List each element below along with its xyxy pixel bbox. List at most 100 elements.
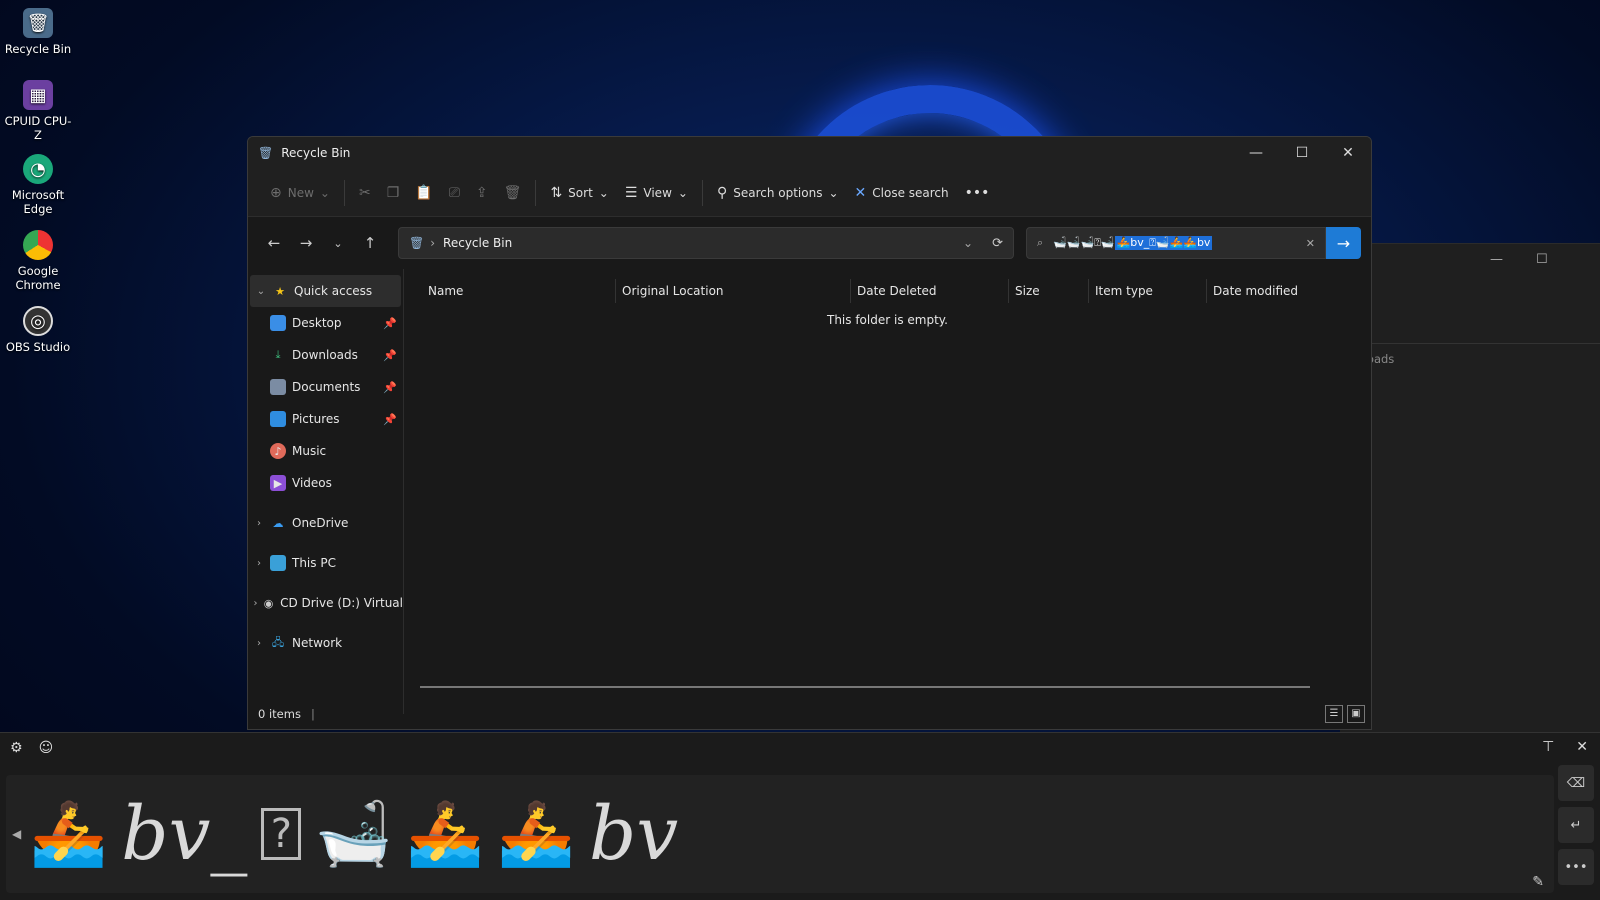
column-date-deleted[interactable]: Date Deleted xyxy=(851,279,1009,303)
column-size[interactable]: Size xyxy=(1009,279,1089,303)
rowboat-emoji: 🚣 xyxy=(30,797,108,870)
forward-button[interactable]: → xyxy=(290,234,322,252)
close-button[interactable]: ✕ xyxy=(1325,137,1371,169)
pen-icon[interactable]: ✎ xyxy=(1532,874,1544,890)
column-name[interactable]: Name xyxy=(404,279,616,303)
search-options-button[interactable]: ⚲ Search options ⌄ xyxy=(709,177,847,209)
nav-item-music[interactable]: ♪ Music xyxy=(248,435,403,467)
sort-label: Sort xyxy=(568,185,593,200)
clear-search-button[interactable]: ✕ xyxy=(1306,237,1315,250)
refresh-button[interactable]: ⟳ xyxy=(992,236,1003,251)
chevron-down-icon[interactable]: ⌄ xyxy=(250,286,272,297)
nav-item-documents[interactable]: Documents 📌 xyxy=(248,371,403,403)
nav-onedrive[interactable]: › ☁ OneDrive xyxy=(248,507,403,539)
chrome-icon xyxy=(23,230,53,260)
close-search-button[interactable]: ✕ Close search xyxy=(847,177,957,209)
recent-locations-button[interactable]: ⌄ xyxy=(322,237,354,250)
chevron-right-icon[interactable]: › xyxy=(248,638,270,649)
plus-circle-icon: ⊕ xyxy=(270,184,282,201)
pin-icon[interactable]: 📌 xyxy=(383,317,397,330)
emoji-panel-icon[interactable]: ☺ xyxy=(39,740,54,756)
desktop-icon-obs[interactable]: ◎ OBS Studio xyxy=(2,306,74,354)
nav-quick-access[interactable]: ⌄ ★ Quick access xyxy=(250,275,401,307)
divider xyxy=(343,179,345,206)
up-button[interactable]: ↑ xyxy=(354,234,386,252)
status-divider: | xyxy=(310,707,315,721)
column-original-location[interactable]: Original Location xyxy=(616,279,851,303)
cpuz-icon: ▦ xyxy=(23,80,53,110)
search-text-plain: 🛁🛁🛁⍰🛁 xyxy=(1053,236,1115,249)
trash-icon: 🗑 xyxy=(503,184,522,201)
chevron-right-icon[interactable]: › xyxy=(248,598,263,609)
address-bar[interactable]: 🗑 › Recycle Bin ⌄ ⟳ xyxy=(398,227,1014,259)
share-icon: ⇪ xyxy=(475,184,488,201)
dock-icon[interactable]: ⊤ xyxy=(1542,739,1554,755)
delete-button[interactable]: 🗑 xyxy=(496,177,530,209)
chevron-left-icon[interactable]: ◀ xyxy=(12,827,21,841)
share-button[interactable]: ⇪ xyxy=(468,177,496,209)
sort-button[interactable]: ⇅ Sort ⌄ xyxy=(542,177,616,209)
copy-button[interactable]: ❐ xyxy=(379,177,408,209)
nav-item-downloads[interactable]: ⤓ Downloads 📌 xyxy=(248,339,403,371)
desktop-icon-cpuz[interactable]: ▦ CPUID CPU-Z xyxy=(2,80,74,142)
desktop-icon-recycle-bin[interactable]: 🗑 Recycle Bin xyxy=(2,8,74,56)
nav-item-pictures[interactable]: Pictures 📌 xyxy=(248,403,403,435)
chevron-right-icon[interactable]: › xyxy=(248,518,270,529)
nav-label: Network xyxy=(292,636,343,650)
desktop-icon-label: OBS Studio xyxy=(5,340,71,354)
more-button[interactable]: ••• xyxy=(1558,849,1594,885)
nav-label: Desktop xyxy=(292,316,342,330)
handwriting-canvas[interactable]: ◀ 🚣 bv_ ? 🛁 🚣 🚣 bv xyxy=(6,775,1554,893)
network-icon: 🖧 xyxy=(271,635,285,649)
rename-button[interactable]: ⎚ xyxy=(441,177,468,209)
maximize-icon[interactable]: ☐ xyxy=(1536,252,1548,267)
chevron-right-icon[interactable]: › xyxy=(248,558,270,569)
search-options-icon: ⚲ xyxy=(716,184,728,201)
minimize-icon[interactable]: — xyxy=(1490,252,1503,267)
maximize-button[interactable]: ☐ xyxy=(1279,137,1325,169)
backspace-button[interactable]: ⌫ xyxy=(1558,765,1594,801)
view-button[interactable]: ☰ View ⌄ xyxy=(617,177,696,209)
details-view-button[interactable]: ☰ xyxy=(1325,705,1343,723)
horizontal-scrollbar[interactable] xyxy=(420,686,1310,688)
search-go-button[interactable]: → xyxy=(1326,227,1361,259)
search-input[interactable]: ⌕ 🛁🛁🛁⍰🛁 🚣bv_⍰🛁🚣🚣bv ✕ xyxy=(1026,227,1326,259)
pin-icon[interactable]: 📌 xyxy=(383,413,397,426)
address-dropdown-icon[interactable]: ⌄ xyxy=(963,236,973,250)
nav-network[interactable]: › 🖧 Network xyxy=(248,627,403,659)
column-date-modified[interactable]: Date modified xyxy=(1207,279,1317,303)
view-list-icon: ☰ xyxy=(624,184,638,201)
back-button[interactable]: ← xyxy=(258,234,290,252)
cut-button[interactable]: ✂ xyxy=(351,177,379,209)
pin-icon[interactable]: 📌 xyxy=(383,381,397,394)
rename-icon: ⎚ xyxy=(448,184,460,201)
nav-label: Pictures xyxy=(292,412,340,426)
pin-icon[interactable]: 📌 xyxy=(383,349,397,362)
edge-icon: ◔ xyxy=(23,154,53,184)
nav-label: CD Drive (D:) Virtual xyxy=(280,596,403,610)
divider xyxy=(535,179,537,206)
nav-this-pc[interactable]: › This PC xyxy=(248,547,403,579)
title-bar[interactable]: 🗑 Recycle Bin — ☐ ✕ xyxy=(248,137,1371,169)
desktop-icon-edge[interactable]: ◔ Microsoft Edge xyxy=(2,154,74,216)
minimize-button[interactable]: — xyxy=(1233,137,1279,169)
nav-item-desktop[interactable]: Desktop 📌 xyxy=(248,307,403,339)
enter-button[interactable]: ↵ xyxy=(1558,807,1594,843)
rowboat-emoji: 🚣 xyxy=(406,797,484,870)
column-item-type[interactable]: Item type xyxy=(1089,279,1207,303)
gear-icon[interactable]: ⚙ xyxy=(10,740,23,756)
new-button[interactable]: ⊕ New ⌄ xyxy=(262,177,338,209)
chevron-right-icon: › xyxy=(430,236,436,250)
rowboat-emoji: 🚣 xyxy=(497,797,575,870)
large-icons-view-button[interactable]: ▣ xyxy=(1347,705,1365,723)
star-icon: ★ xyxy=(275,284,285,298)
new-label: New xyxy=(287,185,314,200)
nav-item-videos[interactable]: ▶ Videos xyxy=(248,467,403,499)
search-icon: ⌕ xyxy=(1037,236,1044,249)
more-options-button[interactable]: ••• xyxy=(957,177,998,209)
close-icon[interactable]: ✕ xyxy=(1576,739,1588,755)
nav-cd-drive[interactable]: › ◉ CD Drive (D:) Virtual xyxy=(248,587,403,619)
desktop-icon-chrome[interactable]: Google Chrome xyxy=(2,230,74,292)
computer-icon xyxy=(270,555,286,571)
paste-button[interactable]: 📋 xyxy=(407,177,440,209)
